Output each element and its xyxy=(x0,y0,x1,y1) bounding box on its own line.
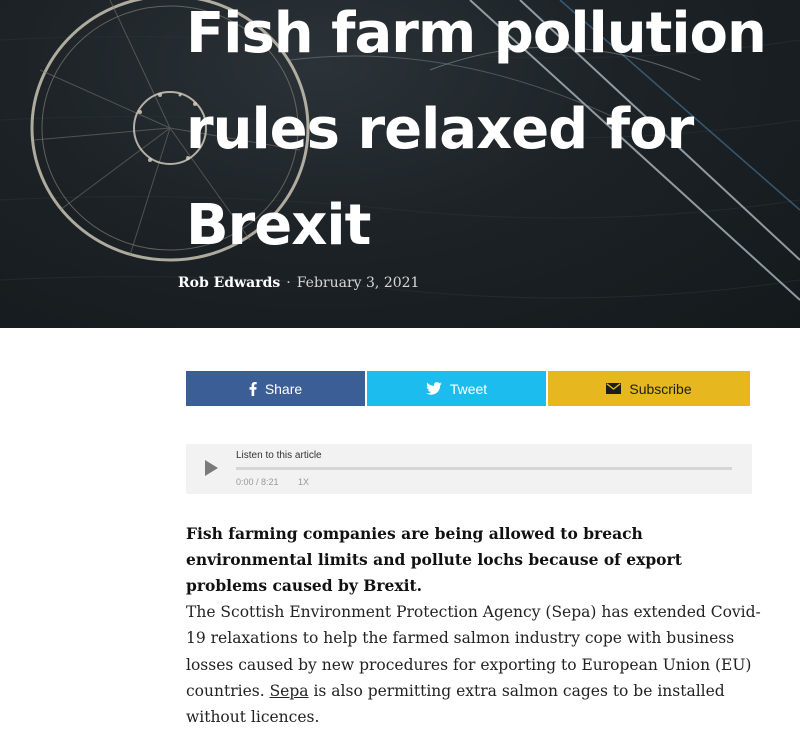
facebook-share-label: Share xyxy=(264,380,303,397)
article-title: Fish farm pollution rules relaxed for Br… xyxy=(186,1,767,258)
audio-progress-track[interactable] xyxy=(236,467,732,470)
article-lead: Fish farming companies are being allowed… xyxy=(186,524,682,595)
twitter-share-label: Tweet xyxy=(449,380,488,397)
facebook-share-button[interactable]: Share xyxy=(186,371,365,406)
share-bar: Share Tweet Subscribe xyxy=(186,371,750,406)
subscribe-button[interactable]: Subscribe xyxy=(548,371,750,406)
facebook-icon xyxy=(249,381,257,396)
byline-separator: · xyxy=(286,275,291,291)
twitter-icon xyxy=(426,382,442,395)
article-paragraph: The Scottish Environment Protection Agen… xyxy=(186,599,761,730)
audio-player: Listen to this article 0:00 / 8:21 1X xyxy=(186,444,752,494)
sepa-link[interactable]: Sepa xyxy=(270,682,309,700)
byline: Rob Edwards · February 3, 2021 xyxy=(178,275,419,291)
subscribe-label: Subscribe xyxy=(629,380,692,397)
play-icon[interactable] xyxy=(205,460,218,476)
twitter-share-button[interactable]: Tweet xyxy=(367,371,546,406)
playback-speed-button[interactable]: 1X xyxy=(298,477,309,487)
audio-label: Listen to this article xyxy=(236,450,322,461)
audio-time: 0:00 / 8:21 xyxy=(236,477,279,487)
hero-banner: Fish farm pollution rules relaxed for Br… xyxy=(0,0,800,328)
envelope-icon xyxy=(606,383,622,394)
publish-date: February 3, 2021 xyxy=(296,275,420,291)
author-link[interactable]: Rob Edwards xyxy=(178,275,280,291)
